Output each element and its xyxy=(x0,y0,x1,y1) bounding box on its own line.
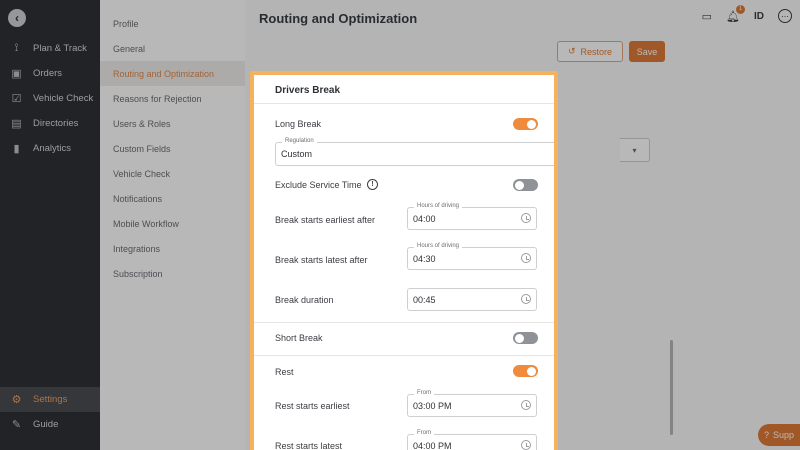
regulation-value: Custom xyxy=(281,149,313,159)
short-break-label: Short Break xyxy=(275,333,323,343)
break-duration-label: Break duration xyxy=(275,295,334,305)
clock-icon[interactable] xyxy=(521,253,531,263)
toggle-knob xyxy=(527,366,536,376)
exclude-service-time-toggle[interactable] xyxy=(513,179,538,191)
long-break-toggle[interactable] xyxy=(513,118,538,130)
divider xyxy=(254,355,554,356)
rest-earliest-input[interactable]: From 03:00 PM xyxy=(407,390,537,417)
break-latest-value: 04:30 xyxy=(413,254,436,264)
break-latest-input[interactable]: Hours of driving 04:30 xyxy=(407,243,537,270)
clock-icon[interactable] xyxy=(521,213,531,223)
rest-earliest-label: Rest starts earliest xyxy=(275,401,350,411)
card-title: Drivers Break xyxy=(275,85,341,96)
regulation-select[interactable]: Regulation Custom xyxy=(275,138,554,166)
break-earliest-input[interactable]: Hours of driving 04:00 xyxy=(407,203,537,230)
long-break-label: Long Break xyxy=(275,119,322,129)
drivers-break-card: Drivers Break Long Break Regulation Cust… xyxy=(254,75,554,450)
clock-icon[interactable] xyxy=(521,440,531,450)
rest-earliest-legend: From xyxy=(414,390,434,396)
info-icon[interactable]: ! xyxy=(367,179,378,190)
toggle-knob xyxy=(515,333,524,343)
rest-latest-legend: From xyxy=(414,430,434,436)
rest-latest-label: Rest starts latest xyxy=(275,441,343,450)
break-duration-input[interactable]: 00:45 xyxy=(407,288,537,311)
toggle-knob xyxy=(515,180,524,190)
break-earliest-value: 04:00 xyxy=(413,214,436,224)
exclude-service-time-label: Exclude Service Time xyxy=(275,180,362,190)
clock-icon[interactable] xyxy=(521,400,531,410)
break-latest-label: Break starts latest after xyxy=(275,255,368,265)
break-duration-value: 00:45 xyxy=(413,295,436,305)
app-window: ‹ ⟟ Plan & Track ▣ Orders ☑ Vehicle Chec… xyxy=(0,0,800,450)
rest-latest-input[interactable]: From 04:00 PM xyxy=(407,430,537,450)
break-earliest-label: Break starts earliest after xyxy=(275,215,376,225)
break-latest-legend: Hours of driving xyxy=(414,243,463,249)
drivers-break-card-highlight: Drivers Break Long Break Regulation Cust… xyxy=(250,71,558,450)
rest-label: Rest xyxy=(275,367,294,377)
divider xyxy=(254,103,554,104)
break-earliest-legend: Hours of driving xyxy=(414,203,463,209)
rest-earliest-value: 03:00 PM xyxy=(413,401,452,411)
regulation-legend: Regulation xyxy=(282,138,317,144)
toggle-knob xyxy=(527,119,536,129)
short-break-toggle[interactable] xyxy=(513,332,538,344)
divider xyxy=(254,322,554,323)
rest-toggle[interactable] xyxy=(513,365,538,377)
rest-latest-value: 04:00 PM xyxy=(413,441,452,450)
clock-icon[interactable] xyxy=(521,294,531,304)
